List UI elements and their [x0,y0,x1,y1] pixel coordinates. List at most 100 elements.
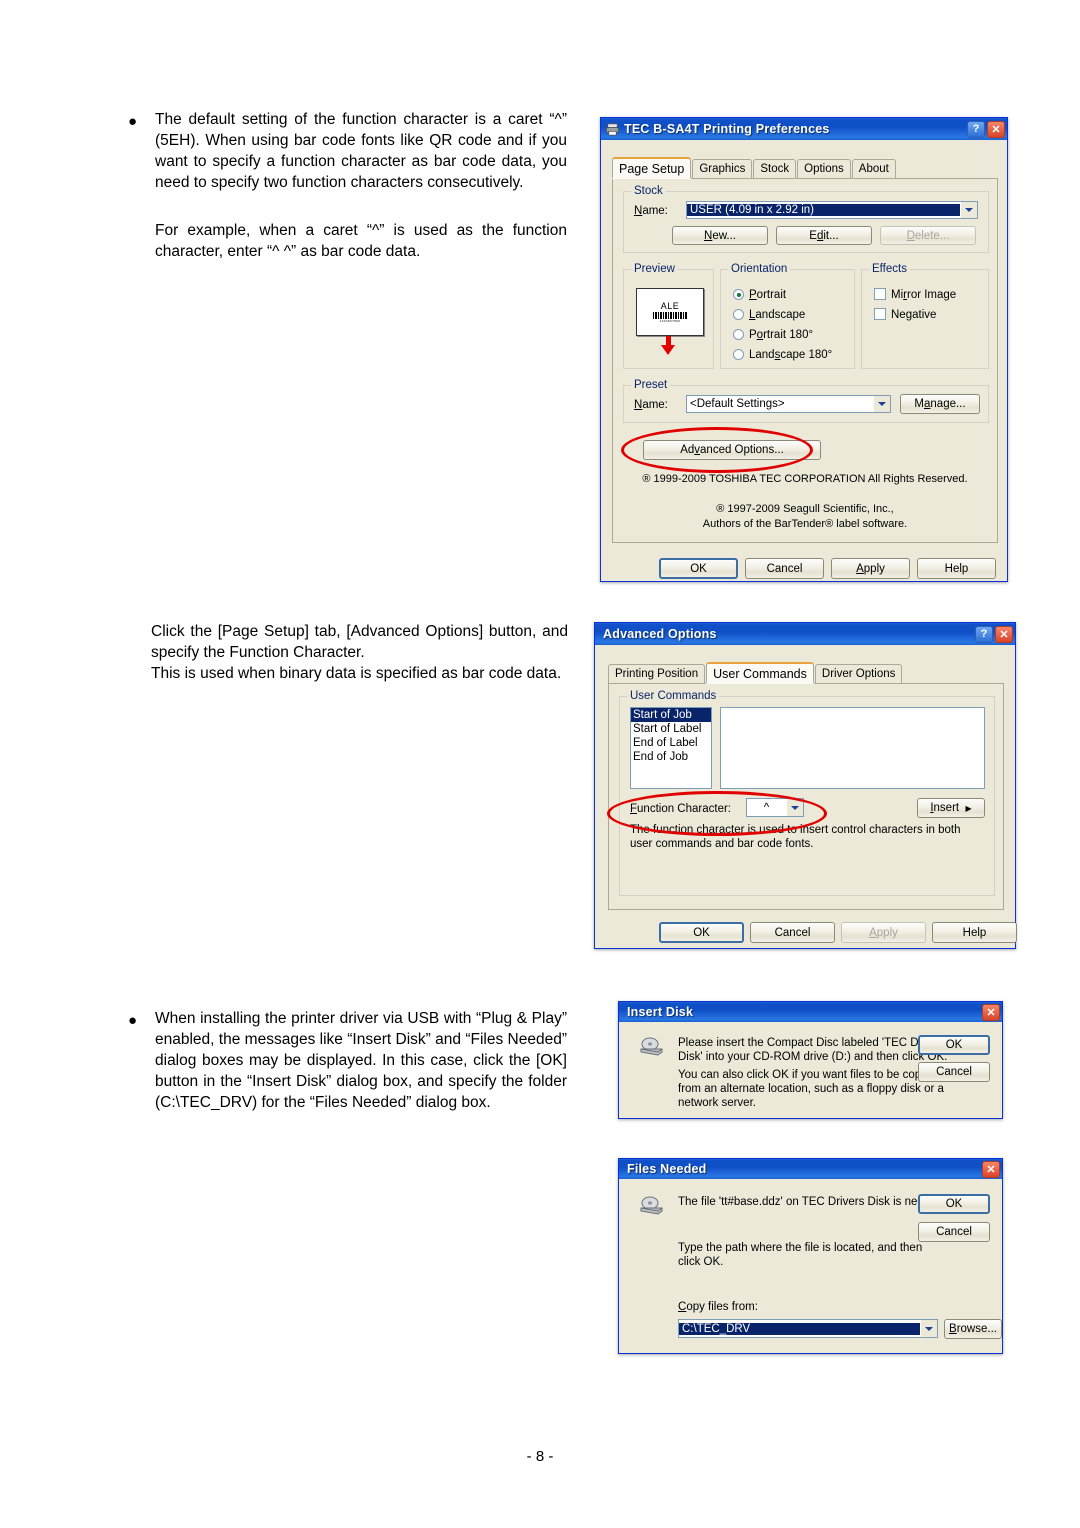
stock-name-combo[interactable]: USER (4.09 in x 2.92 in) [686,201,978,219]
files-needed-ok-button[interactable]: OK [918,1194,990,1214]
list-item[interactable]: End of Job [631,750,711,764]
list-item[interactable]: End of Label [631,736,711,750]
chevron-down-icon[interactable] [873,396,890,412]
cd-drive-icon [638,1036,664,1060]
preview-group-label: Preview [631,263,678,275]
stock-name-value: USER (4.09 in x 2.92 in) [687,204,960,216]
advanced-options-cancel-button[interactable]: Cancel [750,922,835,943]
copyright-line-2: ® 1997-2009 Seagull Scientific, Inc., [716,503,894,515]
printing-preferences-ok-button[interactable]: OK [659,558,738,579]
tab-printing-position[interactable]: Printing Position [608,664,706,683]
insert-arrow-icon: ▶ [965,804,972,813]
paragraph-3: Click the [Page Setup] tab, [Advanced Op… [151,623,568,661]
printing-preferences-body: Page Setup Graphics Stock Options About … [604,140,1004,579]
chevron-down-icon[interactable] [960,202,977,218]
printing-preferences-help-button[interactable]: Help [917,558,996,579]
stock-new-button[interactable]: New... [672,226,768,245]
copyright-line-1: ® 1999-2009 TOSHIBA TEC CORPORATION All … [642,473,968,485]
chevron-down-icon[interactable] [920,1320,937,1337]
preset-name-label: Name: [634,399,668,411]
radio-portrait[interactable]: Portrait [733,288,786,302]
tab-page-setup[interactable]: Page Setup [612,157,692,178]
user-commands-group: User Commands Start of Job Start of Labe… [619,690,995,896]
orientation-group-label: Orientation [728,263,791,275]
insert-disk-titlebar[interactable]: Insert Disk ✕ [619,1002,1002,1022]
tab-graphics[interactable]: Graphics [692,159,753,178]
page-number: - 8 - [526,1448,554,1465]
insert-button[interactable]: Insert ▶ [917,798,985,818]
help-button[interactable]: ? [975,625,993,643]
tab-user-commands[interactable]: User Commands [706,662,814,683]
feed-direction-arrow-icon [661,336,676,356]
preset-manage-button[interactable]: Manage... [900,394,980,414]
radio-landscape-180[interactable]: Landscape 180° [733,348,832,362]
insert-disk-title: Insert Disk [627,1005,694,1019]
effects-group: Effects Mirror Image Negative [861,263,989,369]
stock-group: Stock Name: USER (4.09 in x 2.92 in) New… [623,185,989,253]
files-needed-window: Files Needed ✕ The file 'tt#base.ddz' on… [618,1158,1003,1354]
chevron-down-icon[interactable] [786,799,803,816]
advanced-options-title: Advanced Options [603,627,717,641]
paragraph-4: This is used when binary data is specifi… [151,665,562,682]
printing-preferences-title: TEC B-SA4T Printing Preferences [624,122,830,136]
user-commands-group-label: User Commands [627,690,720,702]
stock-group-label: Stock [631,185,666,197]
insert-disk-window: Insert Disk ✕ Please insert the Compact … [618,1001,1003,1119]
files-needed-title: Files Needed [627,1162,707,1176]
barcode-icon [653,312,687,319]
function-character-label: Function Character: [630,803,731,815]
advanced-options-button[interactable]: Advanced Options... [643,440,821,460]
tab-about[interactable]: About [851,159,896,178]
close-button[interactable]: ✕ [987,120,1005,138]
printing-preferences-apply-button[interactable]: Apply [831,558,910,579]
function-character-combo[interactable]: ^ [746,798,804,817]
help-button[interactable]: ? [967,120,985,138]
preview-group: Preview ALE 1234567890 [623,263,714,369]
user-commands-panel: User Commands Start of Job Start of Labe… [608,683,1004,910]
radio-portrait-180[interactable]: Portrait 180° [733,328,813,342]
copy-files-from-label: Copy files from: [678,1301,758,1313]
insert-disk-ok-button[interactable]: OK [918,1035,990,1055]
copy-files-from-combo[interactable]: C:\TEC_DRV [678,1319,938,1338]
effects-group-label: Effects [869,263,910,275]
printing-preferences-window: TEC B-SA4T Printing Preferences ? ✕ Page… [600,117,1008,582]
user-command-textarea[interactable] [720,707,985,789]
insert-disk-body: Please insert the Compact Disc labeled '… [622,1022,999,1115]
files-needed-titlebar[interactable]: Files Needed ✕ [619,1159,1002,1179]
tab-driver-options[interactable]: Driver Options [814,664,903,683]
list-item[interactable]: Start of Job [631,708,711,722]
files-needed-body: The file 'tt#base.ddz' on TEC Drivers Di… [622,1179,1002,1350]
files-needed-browse-button[interactable]: Browse... [944,1319,1002,1339]
preset-group-label: Preset [631,379,671,391]
paragraph-1: The default setting of the function char… [155,111,567,191]
paragraph-5: When installing the printer driver via U… [155,1010,567,1111]
copyright-line-3: Authors of the BarTender® label software… [702,518,908,530]
checkbox-negative[interactable]: Negative [874,308,936,322]
radio-landscape[interactable]: Landscape [733,308,805,322]
advanced-options-ok-button[interactable]: OK [659,922,744,943]
list-item[interactable]: Start of Label [631,722,711,736]
preview-barcode-text: 1234567890 [659,319,681,323]
printing-preferences-cancel-button[interactable]: Cancel [745,558,824,579]
user-commands-listbox[interactable]: Start of Job Start of Label End of Label… [630,707,712,789]
tab-stock[interactable]: Stock [753,159,797,178]
cd-drive-icon [638,1195,664,1219]
tab-options[interactable]: Options [797,159,851,178]
advanced-options-apply-button: Apply [841,922,926,943]
advanced-options-body: Printing Position User Commands Driver O… [598,645,1017,945]
printing-preferences-titlebar[interactable]: TEC B-SA4T Printing Preferences ? ✕ [601,118,1007,140]
label-preview-thumbnail: ALE 1234567890 [636,288,704,336]
preset-name-combo[interactable]: <Default Settings> [686,395,891,413]
checkbox-mirror-image[interactable]: Mirror Image [874,288,956,302]
insert-disk-cancel-button[interactable]: Cancel [918,1062,990,1082]
page-setup-panel: Stock Name: USER (4.09 in x 2.92 in) New… [612,178,998,543]
close-button[interactable]: ✕ [982,1003,1000,1021]
stock-edit-button[interactable]: Edit... [776,226,872,245]
advanced-options-window: Advanced Options ? ✕ Printing Position U… [594,622,1017,949]
advanced-options-help-button[interactable]: Help [932,922,1017,943]
advanced-options-titlebar[interactable]: Advanced Options ? ✕ [595,623,1015,645]
files-needed-message-2: Type the path where the file is located,… [678,1242,923,1268]
close-button[interactable]: ✕ [995,625,1013,643]
close-button[interactable]: ✕ [982,1160,1000,1178]
files-needed-cancel-button[interactable]: Cancel [918,1222,990,1242]
